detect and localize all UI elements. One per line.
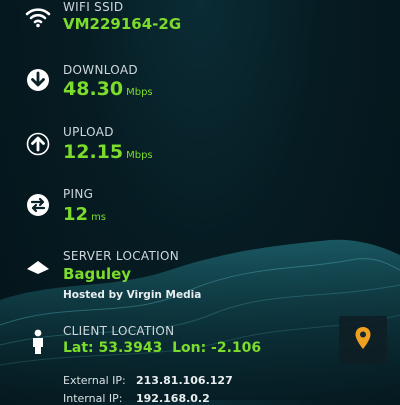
wifi-label: WIFI SSID: [63, 0, 124, 14]
ping-unit: ms: [91, 212, 107, 223]
ping-value-line: 12 ms: [63, 204, 106, 225]
download-unit: Mbps: [126, 87, 153, 98]
map-pin-icon: [354, 326, 372, 354]
server-hosted-by: Hosted by Virgin Media: [63, 289, 202, 301]
lon-label: Lon:: [172, 340, 207, 356]
internal-ip-label: Internal IP:: [63, 392, 123, 405]
internal-ip-value: 192.168.0.2: [136, 392, 210, 405]
wifi-ssid-value: VM229164-2G: [63, 15, 182, 33]
upload-unit: Mbps: [126, 150, 153, 161]
lat-value: 53.3943: [98, 340, 163, 356]
map-location-button[interactable]: [339, 316, 387, 364]
upload-arrow-icon: [25, 131, 51, 157]
ping-value: 12: [63, 204, 89, 225]
external-ip-label: External IP:: [63, 374, 126, 387]
upload-value: 12.15: [63, 141, 124, 163]
ping-arrows-icon: [25, 192, 51, 218]
lon-value: -2.106: [211, 340, 262, 356]
wifi-icon: [25, 4, 51, 30]
download-arrow-icon: [25, 67, 51, 93]
client-coordinates: Lat: 53.3943 Lon: -2.106: [63, 340, 261, 356]
download-label: DOWNLOAD: [63, 63, 138, 77]
upload-value-line: 12.15 Mbps: [63, 141, 153, 163]
download-value: 48.30: [63, 78, 124, 100]
external-ip-value: 213.81.106.127: [136, 374, 233, 387]
lat-label: Lat:: [63, 340, 94, 356]
server-location-label: SERVER LOCATION: [63, 249, 179, 263]
client-location-label: CLIENT LOCATION: [63, 324, 175, 338]
ping-label: PING: [63, 187, 94, 201]
person-icon: [25, 329, 51, 355]
server-triangle-icon: [25, 255, 51, 281]
server-location-value: Baguley: [63, 265, 132, 283]
upload-label: UPLOAD: [63, 125, 114, 139]
download-value-line: 48.30 Mbps: [63, 78, 153, 100]
